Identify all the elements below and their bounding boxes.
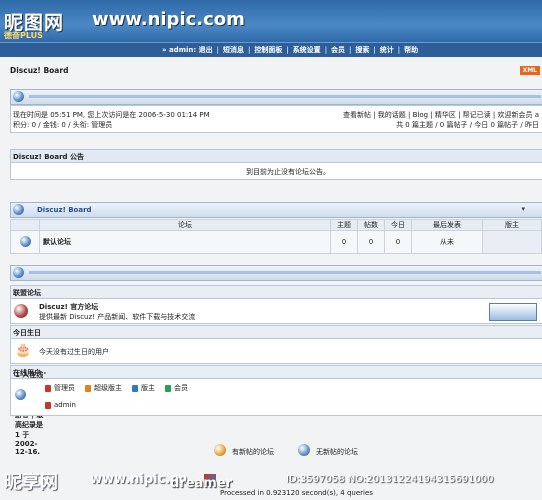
nav-item[interactable]: » admin: 退出	[162, 46, 213, 54]
header-banner: 昵图网 www.nipic.com 德奋PLUS	[0, 0, 542, 42]
forum-topics: 0	[330, 230, 358, 254]
user-groups: 管理员 超级版主 版主 会员	[45, 383, 198, 393]
announce-panel: 到目前为止没有论坛公告。	[10, 162, 542, 180]
stats-ball-icon	[13, 267, 24, 278]
board-title[interactable]: Discuz! Board	[10, 66, 68, 75]
legend-new: 有新帖的论坛	[232, 448, 274, 456]
user-group-icon	[85, 384, 91, 392]
col-posts: 帖数	[357, 219, 385, 231]
nav-item[interactable]: 短消息	[223, 46, 244, 54]
xml-badge[interactable]: XML	[519, 66, 540, 75]
watermark-id: ID:3597058 NO:20131224194315691000	[286, 474, 494, 485]
user-group-label: 管理员	[54, 384, 75, 392]
nav-separator: |	[373, 46, 376, 54]
nav-separator: |	[397, 46, 401, 54]
status-panel: 现在时间是 05:51 PM, 您上次访问是在 2006-5-30 01:14 …	[10, 105, 542, 133]
online-icon	[15, 389, 26, 400]
cake-icon: 🎂	[15, 343, 32, 358]
union-panel: Discuz! 官方论坛 提供最新 Discuz! 产品新闻、软件下载与技术交流	[10, 298, 542, 324]
birthday-head: 今日生日	[10, 325, 542, 339]
watermark-user: dreamer	[170, 476, 233, 491]
announce-title: Discuz! Board 公告	[13, 153, 84, 161]
forum-today: 0	[384, 230, 412, 254]
announce-head: Discuz! Board 公告	[10, 149, 542, 163]
forum-ball-icon	[13, 204, 24, 215]
union-name[interactable]: Discuz! 官方论坛	[39, 302, 98, 312]
user-group-icon	[165, 384, 171, 392]
nav-separator: |	[247, 46, 251, 54]
nav-item[interactable]: 帮助	[404, 46, 418, 54]
nav-item[interactable]: 搜索	[355, 46, 369, 54]
online-head: 在线用户 - 1 人在线 - 1 位会员(0 隐身), 0 位游客 | 最高纪录…	[10, 365, 542, 456]
birthday-title: 今日生日	[13, 329, 41, 337]
forum-status-icon	[19, 235, 31, 247]
table-row: 默认论坛 0 0 0 从未	[10, 230, 542, 254]
blank-head	[10, 219, 40, 231]
forum-name[interactable]: 默认论坛	[39, 230, 331, 254]
status-bar-header	[10, 89, 542, 105]
watermark-bottom-brand: 昵享网	[4, 472, 58, 493]
col-topics: 主题	[330, 219, 358, 231]
user-group-label: 会员	[174, 384, 188, 392]
col-lastpost: 最后发表	[411, 219, 483, 231]
user-group: 管理员	[45, 384, 75, 392]
nav-item[interactable]: 统计	[380, 46, 394, 54]
user-group-label: 版主	[141, 384, 155, 392]
stats-section-header	[10, 265, 542, 281]
union-head: 联盟论坛	[10, 285, 542, 299]
legend-none: 无新帖的论坛	[316, 448, 358, 456]
col-moderator: 版主	[482, 219, 542, 231]
forum-last: 从未	[411, 230, 483, 254]
user-group-label: 超级版主	[94, 384, 122, 392]
user-group-icon	[132, 384, 138, 392]
online-user[interactable]: admin	[45, 401, 76, 409]
union-banner[interactable]	[489, 303, 537, 321]
union-logo-icon	[14, 304, 28, 318]
online-stats: 在线用户 - 1 人在线 - 1 位会员(0 隐身), 0 位游客 | 最高纪录…	[13, 369, 47, 456]
online-user-name[interactable]: admin	[54, 401, 76, 409]
site-logo[interactable]: 德奋PLUS	[4, 30, 43, 41]
union-title: 联盟论坛	[13, 289, 41, 297]
top-nav: » admin: 退出 | 短消息 | 控制面板 | 系统设置 | 会员 | 搜索 | 统计 | 帮助	[0, 42, 542, 57]
forum-posts: 0	[357, 230, 385, 254]
col-today: 今日	[384, 219, 412, 231]
user-group-icon	[45, 384, 51, 392]
user-group: 版主	[132, 384, 155, 392]
header-stripe	[29, 95, 541, 98]
nav-item[interactable]: 会员	[331, 46, 345, 54]
user-admin-icon	[45, 401, 51, 409]
forum-section-header: Discuz! Board ▾	[10, 202, 542, 218]
quick-links[interactable]: 查看新帖 | 我的话题 | Blog | 精华区 | 帮记已读 | 欢迎新会员 …	[343, 110, 539, 120]
online-panel: 管理员 超级版主 版主 会员 admin	[10, 378, 542, 416]
user-group: 超级版主	[85, 384, 122, 392]
processed-info: Processed in 0.923120 second(s), 4 queri…	[220, 489, 373, 497]
nav-links: » admin: 退出 | 短消息 | 控制面板 | 系统设置 | 会员 | 搜索 | 统计 | 帮助	[160, 45, 420, 55]
user-group: 会员	[165, 384, 188, 392]
birthday-panel: 🎂 今天没有过生日的用户	[10, 338, 542, 364]
nav-separator: |	[324, 46, 328, 54]
watermark-url: www.nipic.com	[92, 9, 245, 30]
nav-separator: |	[286, 46, 289, 54]
forum-table: 论坛 主题 帖数 今日 最后发表 版主 默认论坛 0 0 0 从未	[10, 219, 542, 254]
collapse-icon[interactable]: ▾	[521, 205, 525, 213]
new-posts-icon	[214, 444, 226, 456]
status-ball-icon	[13, 91, 24, 102]
nav-item[interactable]: 控制面板	[254, 46, 282, 54]
birthday-message: 今天没有过生日的用户	[39, 348, 109, 356]
credits-info: 积分: 0 / 金钱: 0 / 头衔: 管理员	[13, 121, 113, 129]
nav-item[interactable]: 系统设置	[293, 46, 321, 54]
forum-status-cell	[10, 230, 40, 254]
nav-separator: |	[349, 46, 352, 54]
union-desc: 提供最新 Discuz! 产品新闻、软件下载与技术交流	[39, 313, 196, 321]
stats-stripe	[29, 271, 541, 274]
board-stats: 共 0 篇主题 / 0 篇帖子 / 今日 0 篇帖子 / 昨日	[396, 121, 539, 129]
announce-message: 到目前为止没有论坛公告。	[246, 168, 330, 176]
forum-mod	[482, 230, 542, 254]
time-info: 现在时间是 05:51 PM, 您上次访问是在 2006-5-30 01:14 …	[13, 111, 210, 119]
forum-section-title[interactable]: Discuz! Board	[37, 206, 92, 214]
col-forum: 论坛	[39, 219, 331, 231]
no-new-icon	[298, 444, 310, 456]
nav-separator: |	[216, 46, 219, 54]
